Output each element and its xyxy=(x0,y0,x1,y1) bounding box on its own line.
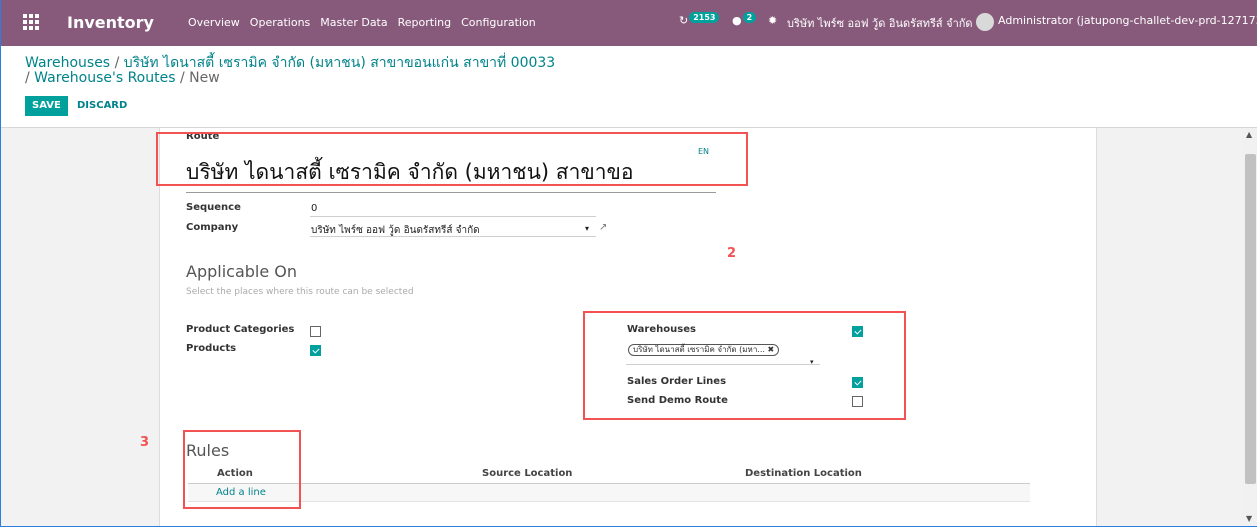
control-panel: Warehouses / บริษัท ไดนาสตี้ เซรามิค จำก… xyxy=(1,46,1257,128)
activity-icon: ↻ xyxy=(679,14,689,27)
annotation-box-route xyxy=(156,132,748,186)
product-categories-label: Product Categories xyxy=(186,324,295,335)
breadcrumb-line-2: / Warehouse's Routes / New xyxy=(25,70,220,86)
user-menu[interactable]: Administrator (jatupong-challet-dev-prd-… xyxy=(998,14,1257,27)
products-label: Products xyxy=(186,343,237,354)
breadcrumb-warehouse-name[interactable]: บริษัท ไดนาสตี้ เซรามิค จำกัด (มหาชน) สา… xyxy=(124,55,555,71)
scroll-down-icon[interactable]: ▼ xyxy=(1246,514,1252,523)
messages-button[interactable]: ● 2 xyxy=(732,12,757,27)
products-checkbox[interactable] xyxy=(310,345,321,356)
applicable-on-title: Applicable On xyxy=(186,262,298,281)
scrollbar[interactable]: ▲ ▼ xyxy=(1242,128,1257,526)
sequence-label: Sequence xyxy=(186,202,241,213)
annotation-box-applicable xyxy=(583,311,906,420)
menu-overview[interactable]: Overview xyxy=(188,16,240,29)
breadcrumb-warehouses[interactable]: Warehouses xyxy=(25,55,110,71)
scrollbar-thumb[interactable] xyxy=(1245,154,1256,484)
column-source-location[interactable]: Source Location xyxy=(482,468,572,479)
product-categories-checkbox[interactable] xyxy=(310,326,321,337)
app-window: Inventory Overview Operations Master Dat… xyxy=(0,0,1257,527)
external-link-icon[interactable]: ↗ xyxy=(599,222,607,233)
annotation-number-2: 2 xyxy=(727,246,737,261)
breadcrumb-separator: / xyxy=(179,70,185,86)
menu-master-data[interactable]: Master Data xyxy=(320,16,387,29)
breadcrumb-separator: / xyxy=(25,70,30,86)
activity-count-badge: 2153 xyxy=(689,12,720,23)
debug-icon[interactable]: ✹ xyxy=(768,14,777,27)
save-button[interactable]: SAVE xyxy=(25,96,68,116)
form-view: Route บริษัท ไดนาสตี้ เซรามิค จำกัด (มหา… xyxy=(1,128,1242,526)
sequence-underline xyxy=(310,216,596,217)
avatar[interactable] xyxy=(976,13,994,31)
menu-operations[interactable]: Operations xyxy=(250,16,310,29)
sequence-input[interactable]: 0 xyxy=(311,203,317,214)
company-label: Company xyxy=(186,222,239,233)
menu-reporting[interactable]: Reporting xyxy=(398,16,451,29)
menu-configuration[interactable]: Configuration xyxy=(461,16,536,29)
breadcrumb-separator: / xyxy=(114,55,120,71)
discard-button[interactable]: DISCARD xyxy=(77,96,127,116)
chat-icon: ● xyxy=(732,14,742,27)
app-name[interactable]: Inventory xyxy=(67,13,154,32)
company-switcher[interactable]: บริษัท ไพร์ซ ออฟ วู้ด อินดรัสทรีส์ จำกัด… xyxy=(787,14,982,32)
breadcrumb-current: New xyxy=(189,70,220,86)
scroll-up-icon[interactable]: ▲ xyxy=(1246,130,1252,139)
rules-table-header xyxy=(188,464,1030,484)
breadcrumb-routes[interactable]: Warehouse's Routes xyxy=(34,70,175,86)
form-sheet: Route บริษัท ไดนาสตี้ เซรามิค จำกัด (มหา… xyxy=(140,128,1097,526)
activity-button[interactable]: ↻ 2153 xyxy=(679,12,720,27)
company-switcher-label: บริษัท ไพร์ซ ออฟ วู้ด อินดรัสทรีส์ จำกัด xyxy=(787,17,973,30)
apps-menu-icon[interactable] xyxy=(23,14,39,30)
company-underline xyxy=(310,236,596,237)
top-navbar: Inventory Overview Operations Master Dat… xyxy=(1,0,1257,46)
main-menu: Overview Operations Master Data Reportin… xyxy=(188,16,536,29)
user-name: Administrator (jatupong-challet-dev-prd-… xyxy=(998,14,1257,27)
message-count-badge: 2 xyxy=(742,12,757,23)
table-row xyxy=(188,484,1030,502)
annotation-number-3: 3 xyxy=(140,435,150,450)
applicable-on-help: Select the places where this route can b… xyxy=(186,287,414,297)
chevron-down-icon[interactable]: ▾ xyxy=(585,224,589,233)
annotation-box-rules xyxy=(183,430,301,509)
column-destination-location[interactable]: Destination Location xyxy=(745,468,862,479)
